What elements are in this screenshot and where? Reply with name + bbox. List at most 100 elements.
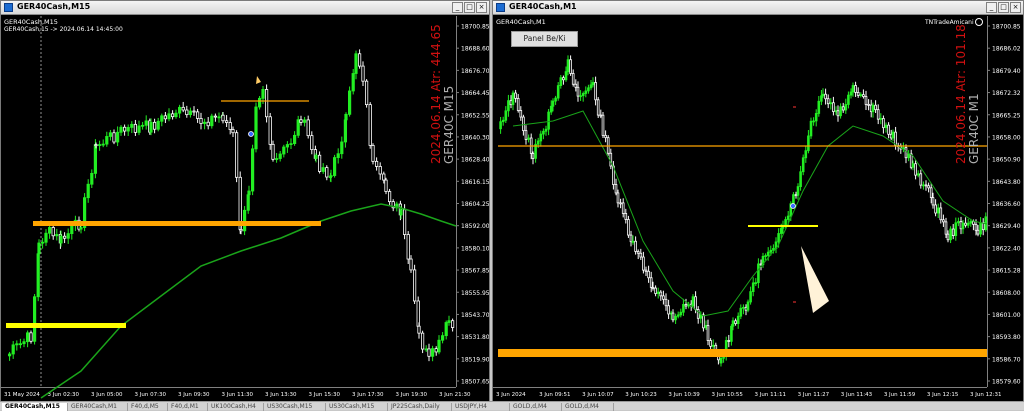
close-icon[interactable]: × — [1010, 2, 1021, 13]
candle-body — [914, 163, 917, 176]
close-icon[interactable]: × — [476, 2, 487, 13]
candle-body — [399, 209, 403, 216]
support-zone-orange — [498, 349, 987, 357]
candle-body — [268, 116, 272, 145]
price-tick-label: 18629.40 — [992, 223, 1021, 230]
candle-body — [417, 325, 421, 334]
candle-body — [522, 116, 525, 132]
candle-body — [649, 277, 653, 288]
price-tick-label: 18555.95 — [461, 290, 489, 297]
candle-body — [382, 173, 386, 181]
candle-body — [594, 82, 597, 101]
candle-body — [829, 102, 833, 105]
candle-body — [105, 136, 109, 145]
time-tick-label: 3 Jun 11:30 — [222, 392, 254, 398]
candle-body — [639, 252, 643, 258]
candle-body — [98, 144, 102, 146]
candle-body — [94, 144, 98, 147]
arrow-marker-icon — [256, 76, 261, 84]
candle-body — [86, 183, 90, 199]
support-zone-yellow — [6, 323, 126, 328]
minimize-icon[interactable]: _ — [452, 2, 463, 13]
candle-body — [867, 103, 870, 106]
candle-body — [250, 148, 255, 192]
candle-body — [589, 84, 593, 89]
time-tick-label: 3 Jun 11:27 — [798, 392, 830, 398]
candle-body — [847, 94, 850, 105]
candle-body — [616, 192, 620, 204]
candle-body — [682, 304, 685, 313]
candle-body — [730, 325, 733, 342]
candle-body — [719, 357, 723, 364]
candle-body — [734, 320, 737, 324]
candle-body — [527, 137, 530, 140]
candle-body — [511, 92, 515, 106]
price-tick-label: 18615.28 — [992, 268, 1021, 275]
candle-body — [29, 332, 33, 342]
right-price-chart[interactable]: 18700.85 18686.02 18679.40 18672.32 18665.25… — [493, 16, 1023, 401]
candle-body — [247, 190, 251, 196]
candle-body — [619, 202, 622, 205]
right-title-bar[interactable]: GER40Cash,M1 _ □ × — [493, 1, 1023, 15]
candle-body — [192, 110, 196, 113]
candle-body — [450, 320, 455, 328]
candle-body — [239, 229, 243, 232]
left-window-title: GER40Cash,M15 — [17, 2, 91, 11]
candle-body — [642, 256, 645, 271]
candle-body — [969, 221, 973, 224]
candle-body — [604, 134, 607, 139]
candle-body — [694, 296, 697, 310]
left-chart-window[interactable]: GER40Cash,M15 _ □ × 18700.85 18688.60 1867… — [0, 0, 490, 401]
time-tick-label: 3 Jun 02:30 — [48, 392, 80, 398]
time-tick-label: 3 Jun 11:43 — [841, 392, 873, 398]
time-tick-label: 3 Jun 11:59 — [884, 392, 916, 398]
candle-body — [519, 110, 523, 118]
maximize-icon[interactable]: □ — [998, 2, 1009, 13]
candle-body — [702, 314, 705, 329]
left-title-bar[interactable]: GER40Cash,M15 _ □ × — [1, 1, 489, 15]
candle-body — [807, 135, 810, 152]
time-tick-label: 3 Jun 12:31 — [970, 392, 1001, 398]
time-tick-label: 3 Jun 10:07 — [582, 392, 614, 398]
candle-body — [371, 145, 375, 162]
right-chart-window[interactable]: GER40Cash,M1 _ □ × 18700.85 18686.02 18679… — [492, 0, 1024, 401]
candle-body — [274, 158, 279, 160]
candle-body — [257, 97, 262, 108]
panel-be-ki-button[interactable]: Panel Be/Ki — [511, 31, 578, 47]
price-tick-label: 18700.85 — [992, 24, 1021, 31]
candle-body — [961, 222, 965, 230]
candle-body — [368, 104, 372, 146]
candle-body — [696, 309, 700, 319]
trade-marker-icon — [248, 131, 254, 137]
candle-body — [959, 221, 963, 230]
candle-body — [282, 146, 286, 155]
candle-body — [876, 109, 880, 120]
candle-body — [409, 258, 413, 271]
candle-body — [856, 92, 860, 96]
time-axis-line — [493, 387, 987, 388]
candle-body — [966, 222, 970, 226]
time-axis-line — [1, 387, 456, 388]
candle-body — [887, 124, 890, 135]
candle-body — [812, 120, 815, 123]
right-atr-label: 2024.06.14 Atr: 101.18 — [954, 24, 968, 164]
candle-body — [48, 227, 52, 234]
candle-body — [231, 129, 235, 134]
candle-body — [444, 322, 448, 337]
candle-body — [116, 131, 120, 143]
candle-body — [504, 110, 508, 121]
candle-body — [792, 194, 795, 205]
candle-body — [70, 225, 74, 235]
candle-body — [234, 132, 239, 178]
candle-body — [556, 85, 560, 99]
left-price-chart[interactable]: 18700.85 18688.60 18676.70 18664.45 18652.55… — [1, 16, 489, 401]
candle-body — [509, 100, 513, 106]
candle-body — [329, 175, 333, 178]
candle-body — [299, 119, 303, 123]
maximize-icon[interactable]: □ — [464, 2, 475, 13]
candle-body — [599, 114, 603, 117]
time-tick-label: 3 Jun 11:11 — [755, 392, 786, 398]
candle-body — [285, 144, 290, 148]
candle-body — [821, 93, 825, 97]
minimize-icon[interactable]: _ — [986, 2, 997, 13]
